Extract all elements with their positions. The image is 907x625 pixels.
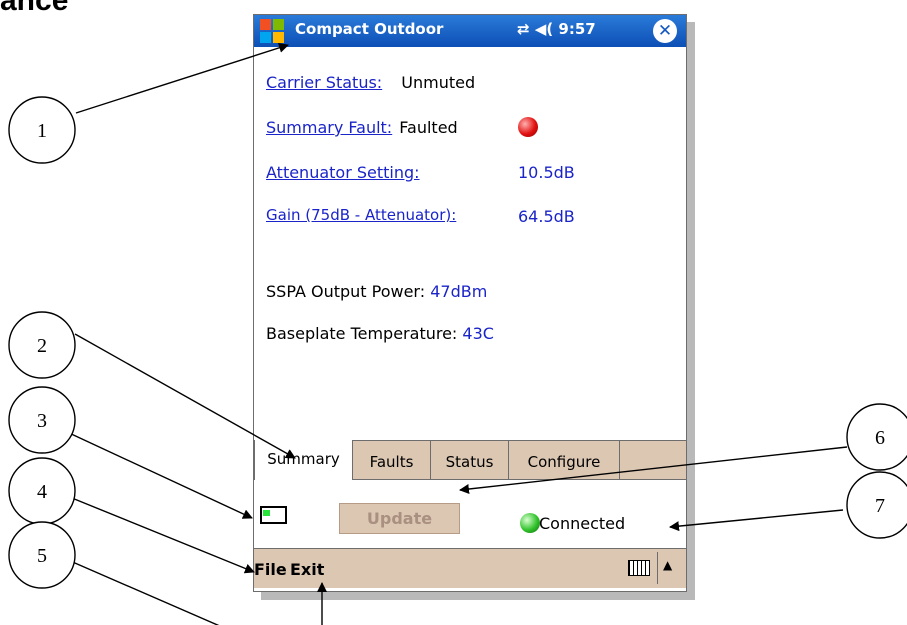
callout-3-number: 3 xyxy=(37,410,47,432)
callout-3-arrow xyxy=(66,431,253,519)
callout-7-number: 7 xyxy=(875,495,885,517)
callout-6-number: 6 xyxy=(875,427,885,449)
callout-annotations: 1 2 3 4 5 6 7 xyxy=(8,42,907,625)
callout-5-line xyxy=(67,559,220,625)
callout-6-arrow xyxy=(459,446,848,494)
callout-1-arrow xyxy=(75,42,289,114)
callout-2-arrow xyxy=(74,333,296,459)
callout-7-arrow xyxy=(669,509,844,532)
callout-1-number: 1 xyxy=(37,120,47,142)
callout-4-number: 4 xyxy=(37,481,47,503)
callout-2-number: 2 xyxy=(37,335,47,357)
callout-5-number: 5 xyxy=(37,545,47,567)
callout-4-arrow xyxy=(66,495,255,574)
